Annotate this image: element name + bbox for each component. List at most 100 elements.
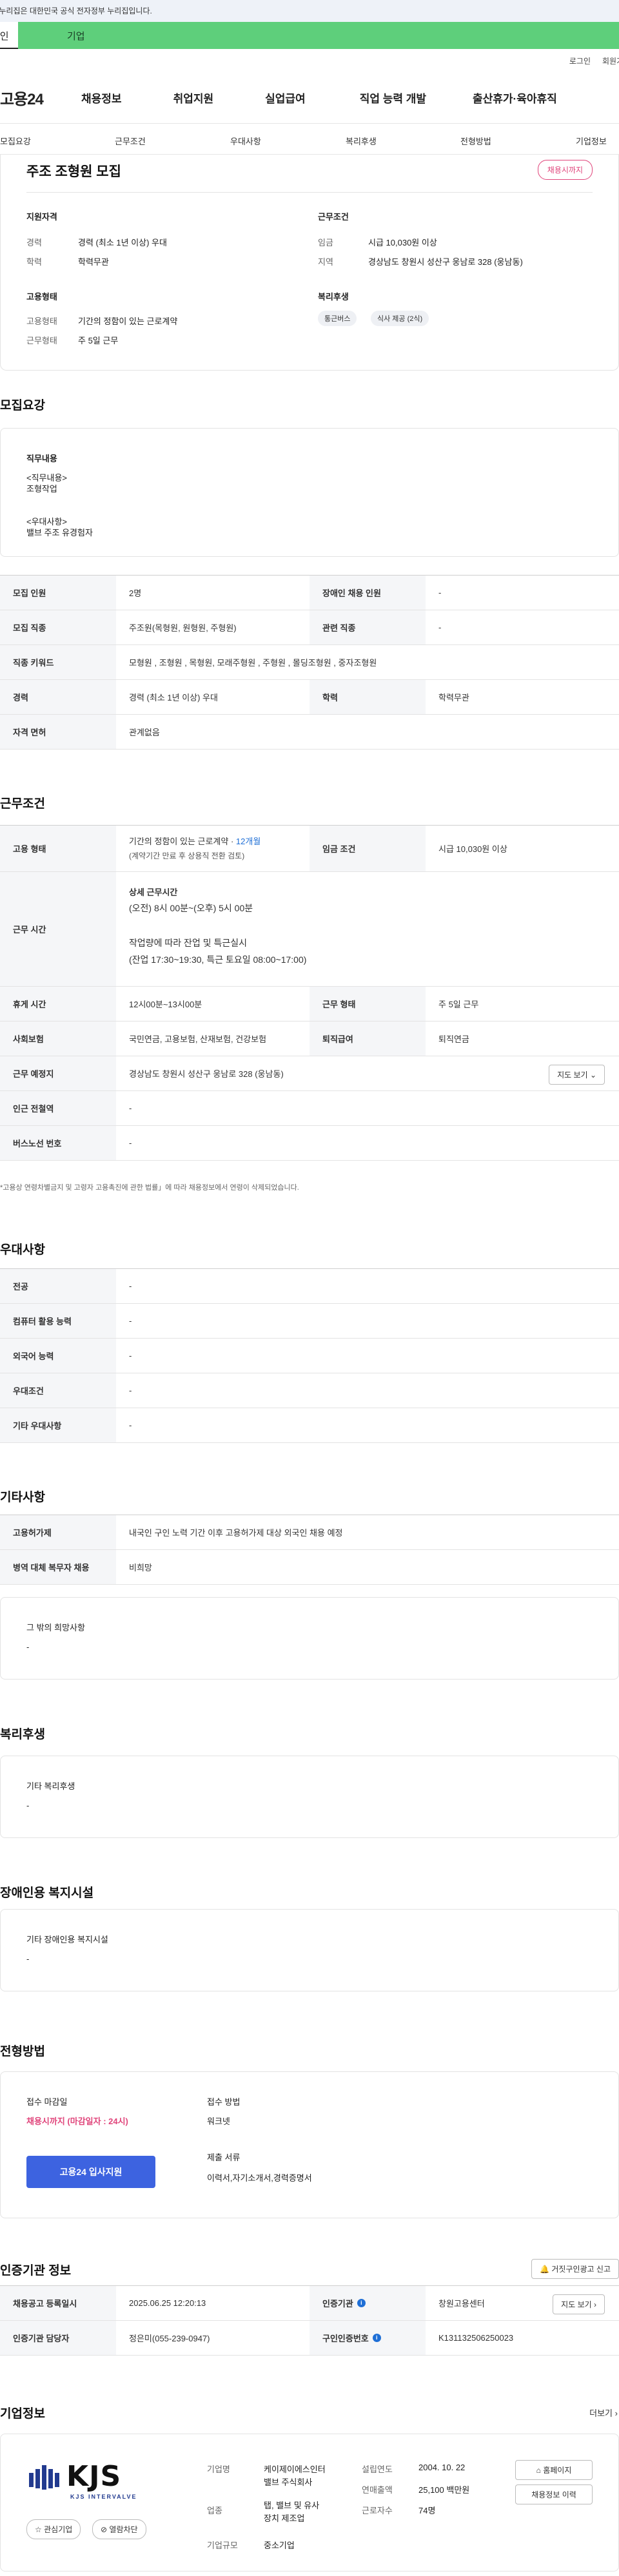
duty-box: 직무내용 <직무내용> 조형작업 <우대사항> 밸브 주조 유경험자 bbox=[0, 428, 619, 557]
founded-value: 2004. 10. 22 bbox=[418, 2463, 466, 2472]
info-icon[interactable]: i bbox=[372, 2334, 381, 2342]
preference-section-title: 우대사항 bbox=[0, 1243, 45, 1257]
docs-value: 이력서,자기소개서,경력증명서 bbox=[207, 2173, 312, 2183]
anchor-welfare[interactable]: 복리후생 bbox=[346, 135, 377, 147]
tab-company[interactable]: 기업 bbox=[18, 22, 619, 49]
work-form-value: 주 5일 근무 bbox=[78, 336, 119, 345]
table-header-cell: 인증기관 담당자 bbox=[0, 2321, 116, 2355]
welfare-other-value: - bbox=[26, 1801, 30, 1810]
global-nav: 채용정보 취업지원 실업급여 직업 능력 개발 출산휴가·육아휴직 bbox=[71, 90, 557, 106]
info-icon[interactable]: i bbox=[357, 2299, 366, 2307]
anchor-recruit[interactable]: 모집요강 bbox=[0, 135, 31, 147]
disability-section-title: 장애인용 복지시설 bbox=[0, 1886, 94, 1900]
agency-map-button[interactable]: 지도 보기 › bbox=[553, 2294, 605, 2314]
anchor-company[interactable]: 기업정보 bbox=[576, 135, 607, 147]
table-header-cell: 기타 우대사항 bbox=[0, 1408, 116, 1442]
emp-type-line2: (계약기간 만료 후 상용직 전환 검토) bbox=[129, 851, 245, 860]
table-row: 버스노선 번호 - bbox=[0, 1126, 619, 1161]
more-label: 더보기 bbox=[589, 2408, 613, 2418]
disability-other-value: - bbox=[26, 1954, 30, 1964]
table-row: 전공 - bbox=[0, 1269, 619, 1304]
table-header-cell: 모집 직종 bbox=[0, 610, 116, 644]
method-value: 워크넷 bbox=[207, 2116, 230, 2126]
agency-label: 인증기관 bbox=[322, 2299, 353, 2309]
anchor-preference[interactable]: 우대사항 bbox=[230, 135, 261, 147]
wage-label: 임금 bbox=[318, 238, 333, 247]
company-name-label: 기업명 bbox=[207, 2465, 230, 2474]
gov-banner: 이 누리집은 대한민국 공식 전자정부 누리집입니다. bbox=[0, 0, 619, 22]
emp-type-label: 고용형태 bbox=[26, 316, 57, 326]
table-row: 모집 직종 주조원(목형원, 원형원, 주형원) 관련 직종 - bbox=[0, 610, 619, 645]
login-link[interactable]: 로그인 bbox=[569, 55, 591, 66]
welfare-other-heading: 기타 복리후생 bbox=[26, 1781, 75, 1791]
welfare-section-title: 복리후생 bbox=[0, 1728, 45, 1741]
table-header-cell: 인증기관 i bbox=[310, 2286, 426, 2320]
table-row: 컴퓨터 활용 능력 - bbox=[0, 1304, 619, 1339]
map-view-button[interactable]: 지도 보기 ⌄ bbox=[549, 1065, 605, 1085]
duty-heading: 직무내용 bbox=[26, 454, 57, 463]
table-row: 우대조건 - bbox=[0, 1373, 619, 1408]
table-row: 휴게 시간 12시00분~13시00분 근무 형태 주 5일 근무 bbox=[0, 987, 619, 1022]
industry-line: 장치 제조업 bbox=[264, 2513, 305, 2523]
site-logo[interactable]: 고용24 bbox=[0, 86, 71, 109]
selection-box: 접수 마감일 채용시까지 (마감일자 : 24시) 고용24 입사지원 접수 방… bbox=[0, 2071, 619, 2218]
etc-section-title: 기타사항 bbox=[0, 1491, 45, 1504]
duty-line: 조형작업 bbox=[26, 484, 57, 494]
other-wishes-value: - bbox=[26, 1642, 30, 1652]
industry-label: 업종 bbox=[207, 2506, 222, 2515]
table-header-cell: 고용 형태 bbox=[0, 826, 116, 871]
table-row: 근무 예정지 경상남도 창원시 성산구 웅남로 328 (웅남동) 지도 보기 … bbox=[0, 1056, 619, 1091]
etc-table: 고용허가제 내국인 구인 노력 기간 이후 고용허가제 대상 외국인 채용 예정… bbox=[0, 1515, 619, 1585]
table-row: 사회보험 국민연금, 고용보험, 산재보험, 건강보험 퇴직급여 퇴직연금 bbox=[0, 1022, 619, 1056]
company-card: KJS KJS INTERVALVE ☆ 관심기업 ⊘ 열람차단 기업명 케이제… bbox=[0, 2434, 619, 2571]
hours-line: (오전) 8시 00분~(오후) 5시 00분 bbox=[129, 903, 253, 913]
gnb-item-job-skills[interactable]: 직업 능력 개발 bbox=[360, 90, 426, 106]
gnb-item-parental-leave[interactable]: 출산휴가·육아휴직 bbox=[473, 90, 557, 106]
duty-line: 밸브 주조 유경험자 bbox=[26, 528, 93, 537]
table-header-cell: 관련 직종 bbox=[310, 610, 426, 644]
report-label: 거짓구인광고 신고 bbox=[551, 2265, 611, 2274]
table-cell: 비희망 bbox=[129, 1563, 152, 1573]
hiring-history-button[interactable]: 채용정보 이력 bbox=[515, 2484, 593, 2504]
table-cell: - bbox=[129, 1420, 132, 1430]
emp-type-value: 기간의 정함이 있는 근로계약 bbox=[78, 316, 178, 326]
agency-map-label: 지도 보기 bbox=[561, 2300, 592, 2309]
docs-heading: 제출 서류 bbox=[207, 2153, 241, 2162]
anchor-conditions[interactable]: 근무조건 bbox=[115, 135, 146, 147]
table-header-cell: 경력 bbox=[0, 680, 116, 714]
table-header-cell: 근무 시간 bbox=[0, 872, 116, 986]
contract-months: 12개월 bbox=[235, 837, 261, 846]
selection-section-title: 전형방법 bbox=[0, 2045, 45, 2058]
founded-label: 설립연도 bbox=[362, 2465, 393, 2474]
gnb-item-unemployment-benefit[interactable]: 실업급여 bbox=[265, 90, 306, 106]
welfare-chip: 통근버스 bbox=[318, 311, 357, 326]
report-fake-ad-button[interactable]: 🔔 거짓구인광고 신고 bbox=[531, 2259, 619, 2279]
gnb-item-jobs[interactable]: 채용정보 bbox=[81, 90, 122, 106]
edu-value: 학력무관 bbox=[78, 257, 109, 267]
table-cell: 경상남도 창원시 성산구 웅남로 328 (웅남동) bbox=[129, 1069, 284, 1079]
tab-individual[interactable]: 개인 bbox=[0, 22, 18, 49]
table-row: 인증기관 담당자 정은미(055-239-0947) 구인인증번호 i K1311… bbox=[0, 2321, 619, 2356]
interest-company-button[interactable]: ☆ 관심기업 bbox=[26, 2519, 81, 2539]
conditions-section-title: 근무조건 bbox=[0, 797, 45, 811]
company-more-link[interactable]: 더보기 › bbox=[589, 2407, 618, 2419]
gov-banner-text: 이 누리집은 대한민국 공식 전자정부 누리집입니다. bbox=[0, 6, 152, 15]
company-logo: KJS KJS INTERVALVE bbox=[26, 2459, 155, 2504]
work-form-label: 근무형태 bbox=[26, 336, 57, 345]
table-cell: 관계없음 bbox=[129, 728, 160, 737]
block-view-button[interactable]: ⊘ 열람차단 bbox=[92, 2519, 146, 2539]
homepage-button[interactable]: ⌂ 홈페이지 bbox=[515, 2460, 593, 2480]
signup-link[interactable]: 회원가입 bbox=[602, 55, 619, 66]
table-cell: 시급 10,030원 이상 bbox=[438, 844, 507, 854]
table-header-cell: 모집 인원 bbox=[0, 576, 116, 610]
table-cell: 주조원(목형원, 원형원, 주형원) bbox=[129, 623, 237, 633]
anchor-selection[interactable]: 전형방법 bbox=[460, 135, 491, 147]
gnb-item-employment-support[interactable]: 취업지원 bbox=[173, 90, 214, 106]
industry-line: 탭, 밸브 및 유사 bbox=[264, 2501, 320, 2510]
interest-label: 관심기업 bbox=[44, 2525, 73, 2534]
company-section-title: 기업정보 bbox=[0, 2407, 45, 2421]
table-header-cell: 임금 조건 bbox=[310, 826, 426, 871]
apply-button[interactable]: 고용24 입사지원 bbox=[26, 2156, 155, 2188]
table-row: 외국어 능력 - bbox=[0, 1339, 619, 1373]
company-logo-text: KJS bbox=[66, 2460, 122, 2493]
